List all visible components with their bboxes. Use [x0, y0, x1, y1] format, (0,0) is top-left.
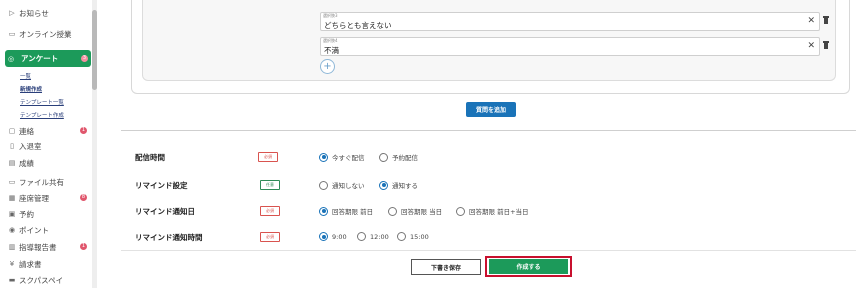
sidebar-item-label: スクパスペイ [19, 275, 64, 285]
card-icon: ▬ [8, 276, 16, 284]
sidebar-subitem-template-create[interactable]: テンプレート作成 [20, 111, 64, 119]
book-icon: ▥ [8, 243, 16, 251]
create-button[interactable]: 作成する [489, 259, 568, 274]
delivery-time-label: 配信時間 [135, 153, 165, 162]
notification-badge: 1 [80, 243, 87, 250]
choice-field-value: 不満 [324, 46, 339, 55]
radio-send-now[interactable]: 今すぐ配信 [319, 152, 365, 162]
report-icon: ▤ [8, 159, 16, 167]
sidebar-item-invoice[interactable]: ¥ 請求書 [7, 257, 42, 271]
sidebar-item-label: 連絡 [19, 126, 34, 136]
sidebar-item-reservation[interactable]: ▣ 予約 [7, 207, 34, 221]
required-tag: 必須 [260, 206, 280, 216]
sidebar-item-seats[interactable]: ▦ 座席管理 [7, 191, 49, 205]
close-icon[interactable]: ✕ [807, 16, 815, 26]
optional-tag: 任意 [260, 180, 280, 190]
radio-label: 12:00 [370, 232, 389, 241]
yen-icon: ¥ [9, 260, 15, 268]
sidebar-item-guidance-report[interactable]: ▥ 指導報告書 [7, 240, 57, 254]
door-icon: ▯ [10, 142, 14, 150]
sidebar-item-sukupas-pay[interactable]: ▬ スクパスペイ [7, 273, 63, 287]
radio-notify[interactable]: 通知する [379, 180, 418, 190]
radio-both-days[interactable]: 回答期限 前日+当日 [456, 206, 529, 216]
sidebar-subitem-list[interactable]: 一覧 [20, 72, 31, 80]
sidebar-subitem-new[interactable]: 新規作成 [20, 85, 42, 93]
sidebar-item-label: 座席管理 [19, 193, 49, 203]
choice-field-label: 選択肢3 [323, 13, 338, 18]
radio-time-12[interactable]: 12:00 [357, 232, 389, 241]
choice-field-3[interactable]: 選択肢3 どちらとも言えない ✕ [320, 12, 820, 31]
radio-label: 回答期限 前日+当日 [469, 208, 529, 216]
sidebar-item-entry-exit[interactable]: ▯ 入退室 [7, 139, 42, 153]
notification-badge: 1 [80, 127, 87, 134]
radio-day-before[interactable]: 回答期限 前日 [319, 206, 373, 216]
reminder-setting-label: リマインド設定 [135, 181, 188, 190]
calendar-icon: ▣ [8, 210, 16, 218]
radio-label: 回答期限 前日 [332, 208, 374, 216]
sidebar-scrollbar-thumb[interactable] [92, 10, 97, 90]
notification-badge: 3 [81, 55, 88, 62]
sidebar-item-label: オンライン授業 [19, 29, 72, 39]
radio-time-15[interactable]: 15:00 [397, 232, 429, 241]
radio-label: 通知しない [332, 182, 365, 190]
close-icon[interactable]: ✕ [807, 41, 815, 51]
folder-icon: ▭ [8, 178, 16, 186]
required-tag: 必須 [260, 232, 280, 242]
choice-field-label: 選択肢4 [323, 38, 338, 43]
radio-label: 15:00 [410, 232, 429, 241]
chat-icon: ▢ [8, 127, 16, 135]
survey-icon: ◎ [8, 54, 15, 63]
save-draft-button[interactable]: 下書き保存 [411, 259, 481, 275]
sidebar-item-grades[interactable]: ▤ 成績 [7, 156, 34, 170]
trash-icon[interactable] [823, 16, 829, 24]
trash-icon[interactable] [823, 41, 829, 49]
radio-label: 今すぐ配信 [332, 154, 365, 162]
sidebar-item-label: アンケート [21, 54, 59, 63]
radio-label: 予約配信 [392, 154, 418, 162]
sidebar-item-label: 入退室 [19, 141, 42, 151]
footer-divider [121, 250, 856, 251]
section-divider [121, 130, 856, 131]
radio-same-day[interactable]: 回答期限 当日 [388, 206, 442, 216]
sidebar-item-label: ファイル共有 [19, 177, 64, 187]
sidebar-item-news[interactable]: ▷ お知らせ [7, 6, 49, 20]
reminder-time-label: リマインド通知時間 [135, 233, 203, 242]
sidebar: ▷ お知らせ ▭ オンライン授業 ◎ アンケート 3 一覧 新規作成 テンプレート一覧… [0, 0, 97, 288]
sidebar-item-label: 予約 [19, 209, 34, 219]
seat-icon: ▦ [8, 194, 16, 202]
sidebar-item-label: 請求書 [19, 259, 42, 269]
notification-badge: 8 [80, 194, 87, 201]
sidebar-item-label: お知らせ [19, 8, 49, 18]
sidebar-item-contact[interactable]: ▢ 連絡 [7, 124, 34, 138]
required-tag: 必須 [258, 152, 278, 162]
monitor-icon: ▭ [8, 30, 16, 38]
sidebar-item-online-class[interactable]: ▭ オンライン授業 [7, 27, 72, 41]
sidebar-item-label: 指導報告書 [19, 242, 57, 252]
sidebar-item-file-share[interactable]: ▭ ファイル共有 [7, 175, 64, 189]
add-question-button[interactable]: 質問を追加 [466, 102, 516, 117]
sidebar-item-label: ポイント [19, 225, 49, 235]
radio-label: 回答期限 当日 [401, 208, 443, 216]
reminder-date-label: リマインド通知日 [135, 207, 195, 216]
sidebar-item-survey[interactable]: ◎ アンケート [5, 50, 91, 67]
choice-field-4[interactable]: 選択肢4 不満 ✕ [320, 37, 820, 56]
radio-scheduled[interactable]: 予約配信 [379, 152, 418, 162]
choice-field-value: どちらとも言えない [324, 21, 392, 30]
add-choice-button[interactable]: + [320, 59, 335, 74]
radio-label: 通知する [392, 182, 418, 190]
radio-label: 9:00 [332, 232, 347, 241]
radio-time-9[interactable]: 9:00 [319, 232, 347, 241]
sidebar-subitem-template-list[interactable]: テンプレート一覧 [20, 98, 64, 106]
point-icon: ◉ [8, 226, 16, 234]
triangle-right-icon: ▷ [9, 9, 15, 17]
sidebar-item-label: 成績 [19, 158, 34, 168]
radio-no-notify[interactable]: 通知しない [319, 180, 365, 190]
sidebar-item-points[interactable]: ◉ ポイント [7, 223, 49, 237]
